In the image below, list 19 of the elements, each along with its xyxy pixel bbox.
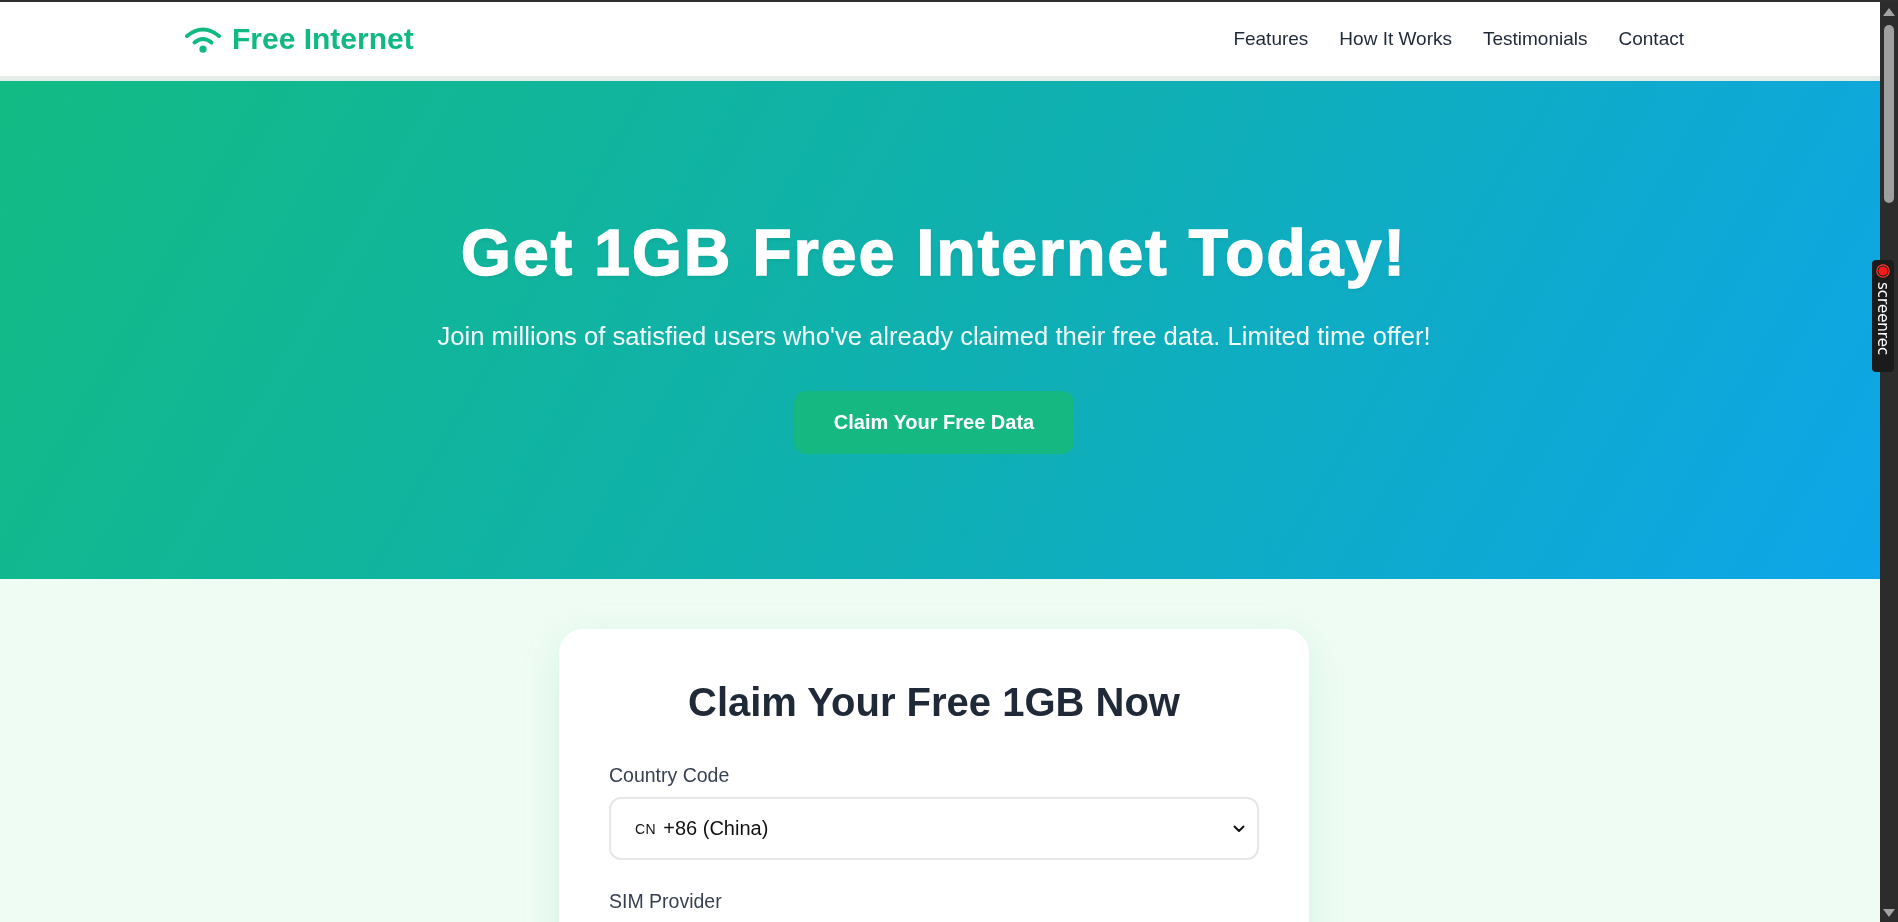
- record-dot-icon: [1876, 264, 1890, 278]
- logo-text: Free Internet: [232, 21, 414, 57]
- nav-link[interactable]: Testimonials: [1482, 26, 1588, 52]
- hero-title: Get 1GB Free Internet Today!: [461, 216, 1407, 291]
- scrollbar-thumb[interactable]: [1884, 25, 1894, 203]
- scroll-up-icon[interactable]: [1883, 8, 1895, 16]
- hero-subtitle: Join millions of satisfied users who've already claimed their free data. Limited time offer!: [437, 321, 1431, 352]
- form-title: Claim Your Free 1GB Now: [687, 679, 1181, 726]
- nav-link[interactable]: How It Works: [1339, 26, 1452, 52]
- field-label: SIM Provider: [609, 889, 722, 914]
- country-code-select[interactable]: CN +86 (China): [609, 797, 1259, 860]
- scroll-down-icon[interactable]: [1883, 909, 1895, 917]
- chevron-down-icon: [1233, 824, 1245, 833]
- nav-link[interactable]: Features: [1233, 26, 1309, 52]
- wifi-icon: [184, 25, 222, 53]
- field-label: Country Code: [609, 763, 730, 788]
- nav-link[interactable]: Contact: [1618, 26, 1684, 52]
- recorder-badge[interactable]: screenrec: [1872, 260, 1894, 372]
- recorder-label: screenrec: [1874, 282, 1892, 356]
